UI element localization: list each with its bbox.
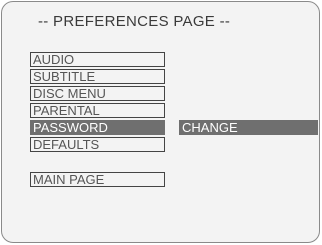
menu-item-parental[interactable]: PARENTAL — [30, 103, 165, 118]
menu-item-audio[interactable]: AUDIO — [30, 52, 165, 67]
menu-item-defaults[interactable]: DEFAULTS — [30, 137, 165, 152]
preferences-screen: -- PREFERENCES PAGE -- AUDIO SUBTITLE DI… — [1, 1, 320, 243]
menu-item-disc-menu[interactable]: DISC MENU — [30, 86, 165, 101]
page-title: -- PREFERENCES PAGE -- — [38, 13, 231, 30]
menu-item-subtitle[interactable]: SUBTITLE — [30, 69, 165, 84]
submenu-item-change[interactable]: CHANGE — [179, 120, 318, 135]
preferences-menu: AUDIO SUBTITLE DISC MENU PARENTAL PASSWO… — [30, 52, 165, 154]
menu-item-password[interactable]: PASSWORD — [30, 120, 165, 135]
main-page-button[interactable]: MAIN PAGE — [30, 172, 165, 187]
